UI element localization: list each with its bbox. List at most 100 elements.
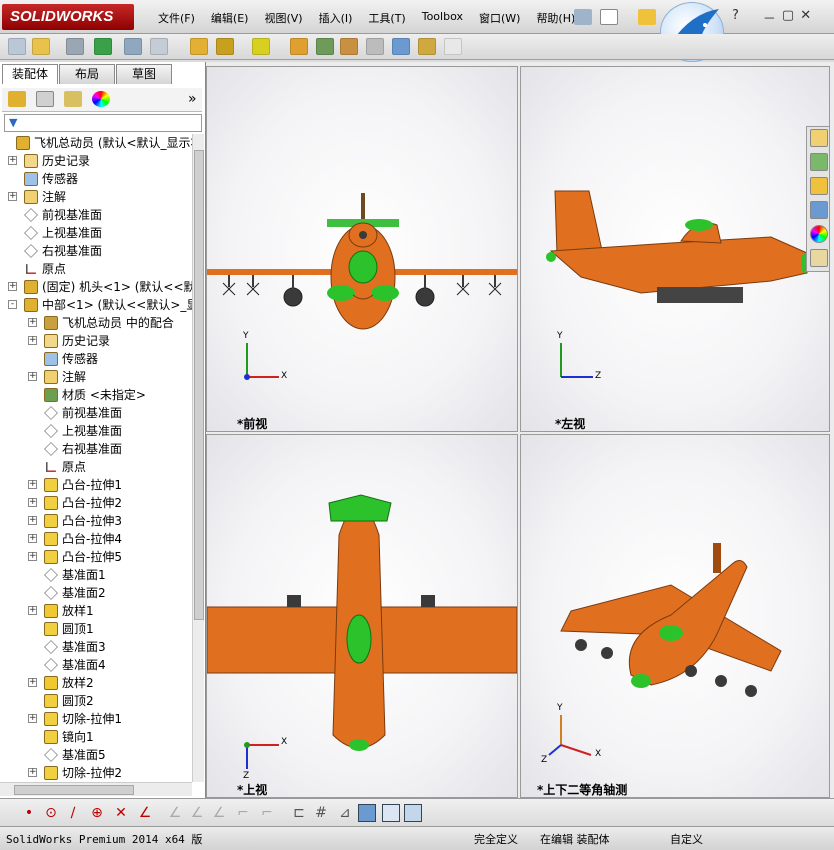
- tree-item[interactable]: 飞机总动员 (默认<默认_显示状: [0, 134, 192, 152]
- tree-item[interactable]: + 历史记录: [0, 152, 192, 170]
- new-motion-study-icon[interactable]: [252, 38, 270, 55]
- help-icon[interactable]: ?: [732, 8, 739, 27]
- expand-icon[interactable]: +: [28, 336, 37, 345]
- configuration-manager-icon[interactable]: [64, 91, 82, 107]
- large-assembly-mode-icon[interactable]: [444, 38, 462, 55]
- tree-item[interactable]: 传感器: [0, 170, 192, 188]
- menu-item[interactable]: 窗口(W): [471, 10, 528, 26]
- tab-assembly[interactable]: 装配体: [2, 64, 58, 84]
- exploded-view-icon[interactable]: [316, 38, 334, 55]
- tree-item[interactable]: 基准面4: [0, 656, 192, 674]
- tree-item[interactable]: 前视基准面: [0, 206, 192, 224]
- tree-item[interactable]: + 注解: [0, 368, 192, 386]
- show-hidden-icon[interactable]: [150, 38, 168, 55]
- four-view-icon[interactable]: [404, 804, 422, 822]
- circle-icon[interactable]: ⊙: [42, 804, 60, 822]
- expand-icon[interactable]: +: [8, 192, 17, 201]
- cross-icon[interactable]: ✕: [112, 804, 130, 822]
- home-icon[interactable]: [810, 129, 828, 147]
- menu-item[interactable]: 插入(I): [311, 10, 361, 26]
- minimize-button[interactable]: －: [763, 8, 776, 27]
- appearances-icon[interactable]: [810, 225, 828, 243]
- open-folder-icon[interactable]: [638, 9, 656, 25]
- tree-item[interactable]: + 注解: [0, 188, 192, 206]
- expand-icon[interactable]: +: [28, 768, 37, 777]
- tree-item[interactable]: + 凸台-拉伸5: [0, 548, 192, 566]
- tree-item[interactable]: 原点: [0, 260, 192, 278]
- dimension-icon[interactable]: ⊏: [290, 804, 308, 822]
- restore-button[interactable]: ▢: [782, 8, 794, 27]
- tree-filter[interactable]: ▼: [4, 114, 202, 132]
- tree-item[interactable]: 圆顶1: [0, 620, 192, 638]
- single-view-icon[interactable]: [382, 804, 400, 822]
- collapse-icon[interactable]: -: [8, 300, 17, 309]
- assembly-features-icon[interactable]: [190, 38, 208, 55]
- tree-item[interactable]: 上视基准面: [0, 224, 192, 242]
- tree-item[interactable]: 右视基准面: [0, 242, 192, 260]
- expand-icon[interactable]: +: [28, 498, 37, 507]
- grid-icon[interactable]: #: [312, 804, 330, 822]
- expand-icon[interactable]: +: [28, 552, 37, 561]
- property-manager-icon[interactable]: [36, 91, 54, 107]
- expand-icon[interactable]: +: [28, 678, 37, 687]
- tree-item[interactable]: + 切除-拉伸2: [0, 764, 192, 782]
- tab-sketch[interactable]: 草图: [116, 64, 172, 84]
- file-explorer-icon[interactable]: [810, 177, 828, 195]
- menu-item[interactable]: 工具(T): [360, 10, 413, 26]
- tree-item[interactable]: + 历史记录: [0, 332, 192, 350]
- tree-item[interactable]: + 放样1: [0, 602, 192, 620]
- feature-manager-icon[interactable]: [8, 91, 26, 107]
- filter-icon[interactable]: ▼: [9, 116, 17, 129]
- tree-item[interactable]: 圆顶2: [0, 692, 192, 710]
- tree-item[interactable]: + 凸台-拉伸3: [0, 512, 192, 530]
- view-palette-icon[interactable]: [810, 201, 828, 219]
- expand-icon[interactable]: +: [8, 282, 17, 291]
- point-icon[interactable]: •: [20, 804, 38, 822]
- tree-item[interactable]: - 中部<1> (默认<<默认>_显示: [0, 296, 192, 314]
- design-library-icon[interactable]: [810, 153, 828, 171]
- tree-item[interactable]: + 凸台-拉伸1: [0, 476, 192, 494]
- tab-layout[interactable]: 布局: [59, 64, 115, 84]
- crosshair-circle-icon[interactable]: ⊕: [88, 804, 106, 822]
- component-icon[interactable]: [8, 38, 26, 55]
- menu-item[interactable]: 文件(F): [150, 10, 203, 26]
- expand-panel-icon[interactable]: »: [188, 91, 197, 107]
- menu-item[interactable]: Toolbox: [414, 10, 471, 26]
- display-manager-icon[interactable]: [92, 91, 110, 107]
- tree-item[interactable]: 材质 <未指定>: [0, 386, 192, 404]
- angle-icon[interactable]: ∠: [136, 804, 154, 822]
- tree-vertical-scrollbar[interactable]: [192, 134, 204, 782]
- expand-icon[interactable]: +: [28, 372, 37, 381]
- tree-item[interactable]: + 飞机总动员 中的配合: [0, 314, 192, 332]
- solidworks-logo[interactable]: SOLIDWORKS: [2, 4, 134, 30]
- tree-item[interactable]: 前视基准面: [0, 404, 192, 422]
- menu-item[interactable]: 编辑(E): [203, 10, 257, 26]
- move-component-icon[interactable]: [124, 38, 142, 55]
- expand-icon[interactable]: +: [28, 318, 37, 327]
- tree-horizontal-scrollbar[interactable]: [0, 782, 192, 796]
- bill-of-materials-icon[interactable]: [290, 38, 308, 55]
- expand-icon[interactable]: +: [8, 156, 17, 165]
- units-status[interactable]: 自定义: [670, 831, 703, 847]
- viewport-left[interactable]: Y Z *左视: [520, 66, 830, 432]
- pattern-icon[interactable]: [94, 38, 112, 55]
- explode-line-icon[interactable]: [340, 38, 358, 55]
- mate-icon[interactable]: [66, 38, 84, 55]
- tree-item[interactable]: + 放样2: [0, 674, 192, 692]
- new-document-icon[interactable]: [600, 9, 618, 25]
- viewport-top[interactable]: X Z *上视: [206, 434, 518, 798]
- tree-item[interactable]: 镜向1: [0, 728, 192, 746]
- tree-item[interactable]: 基准面3: [0, 638, 192, 656]
- instant3d-icon[interactable]: [366, 38, 384, 55]
- tree-item[interactable]: 基准面1: [0, 566, 192, 584]
- tree-item[interactable]: + (固定) 机头<1> (默认<<默认: [0, 278, 192, 296]
- take-snapshot-icon[interactable]: [418, 38, 436, 55]
- scroll-thumb[interactable]: [14, 785, 134, 795]
- custom-properties-icon[interactable]: [810, 249, 828, 267]
- reference-geometry-icon[interactable]: [216, 38, 234, 55]
- expand-icon[interactable]: +: [28, 480, 37, 489]
- tree-item[interactable]: 上视基准面: [0, 422, 192, 440]
- tree-item[interactable]: + 凸台-拉伸2: [0, 494, 192, 512]
- tree-item[interactable]: + 切除-拉伸1: [0, 710, 192, 728]
- viewport-front[interactable]: Y X *前视: [206, 66, 518, 432]
